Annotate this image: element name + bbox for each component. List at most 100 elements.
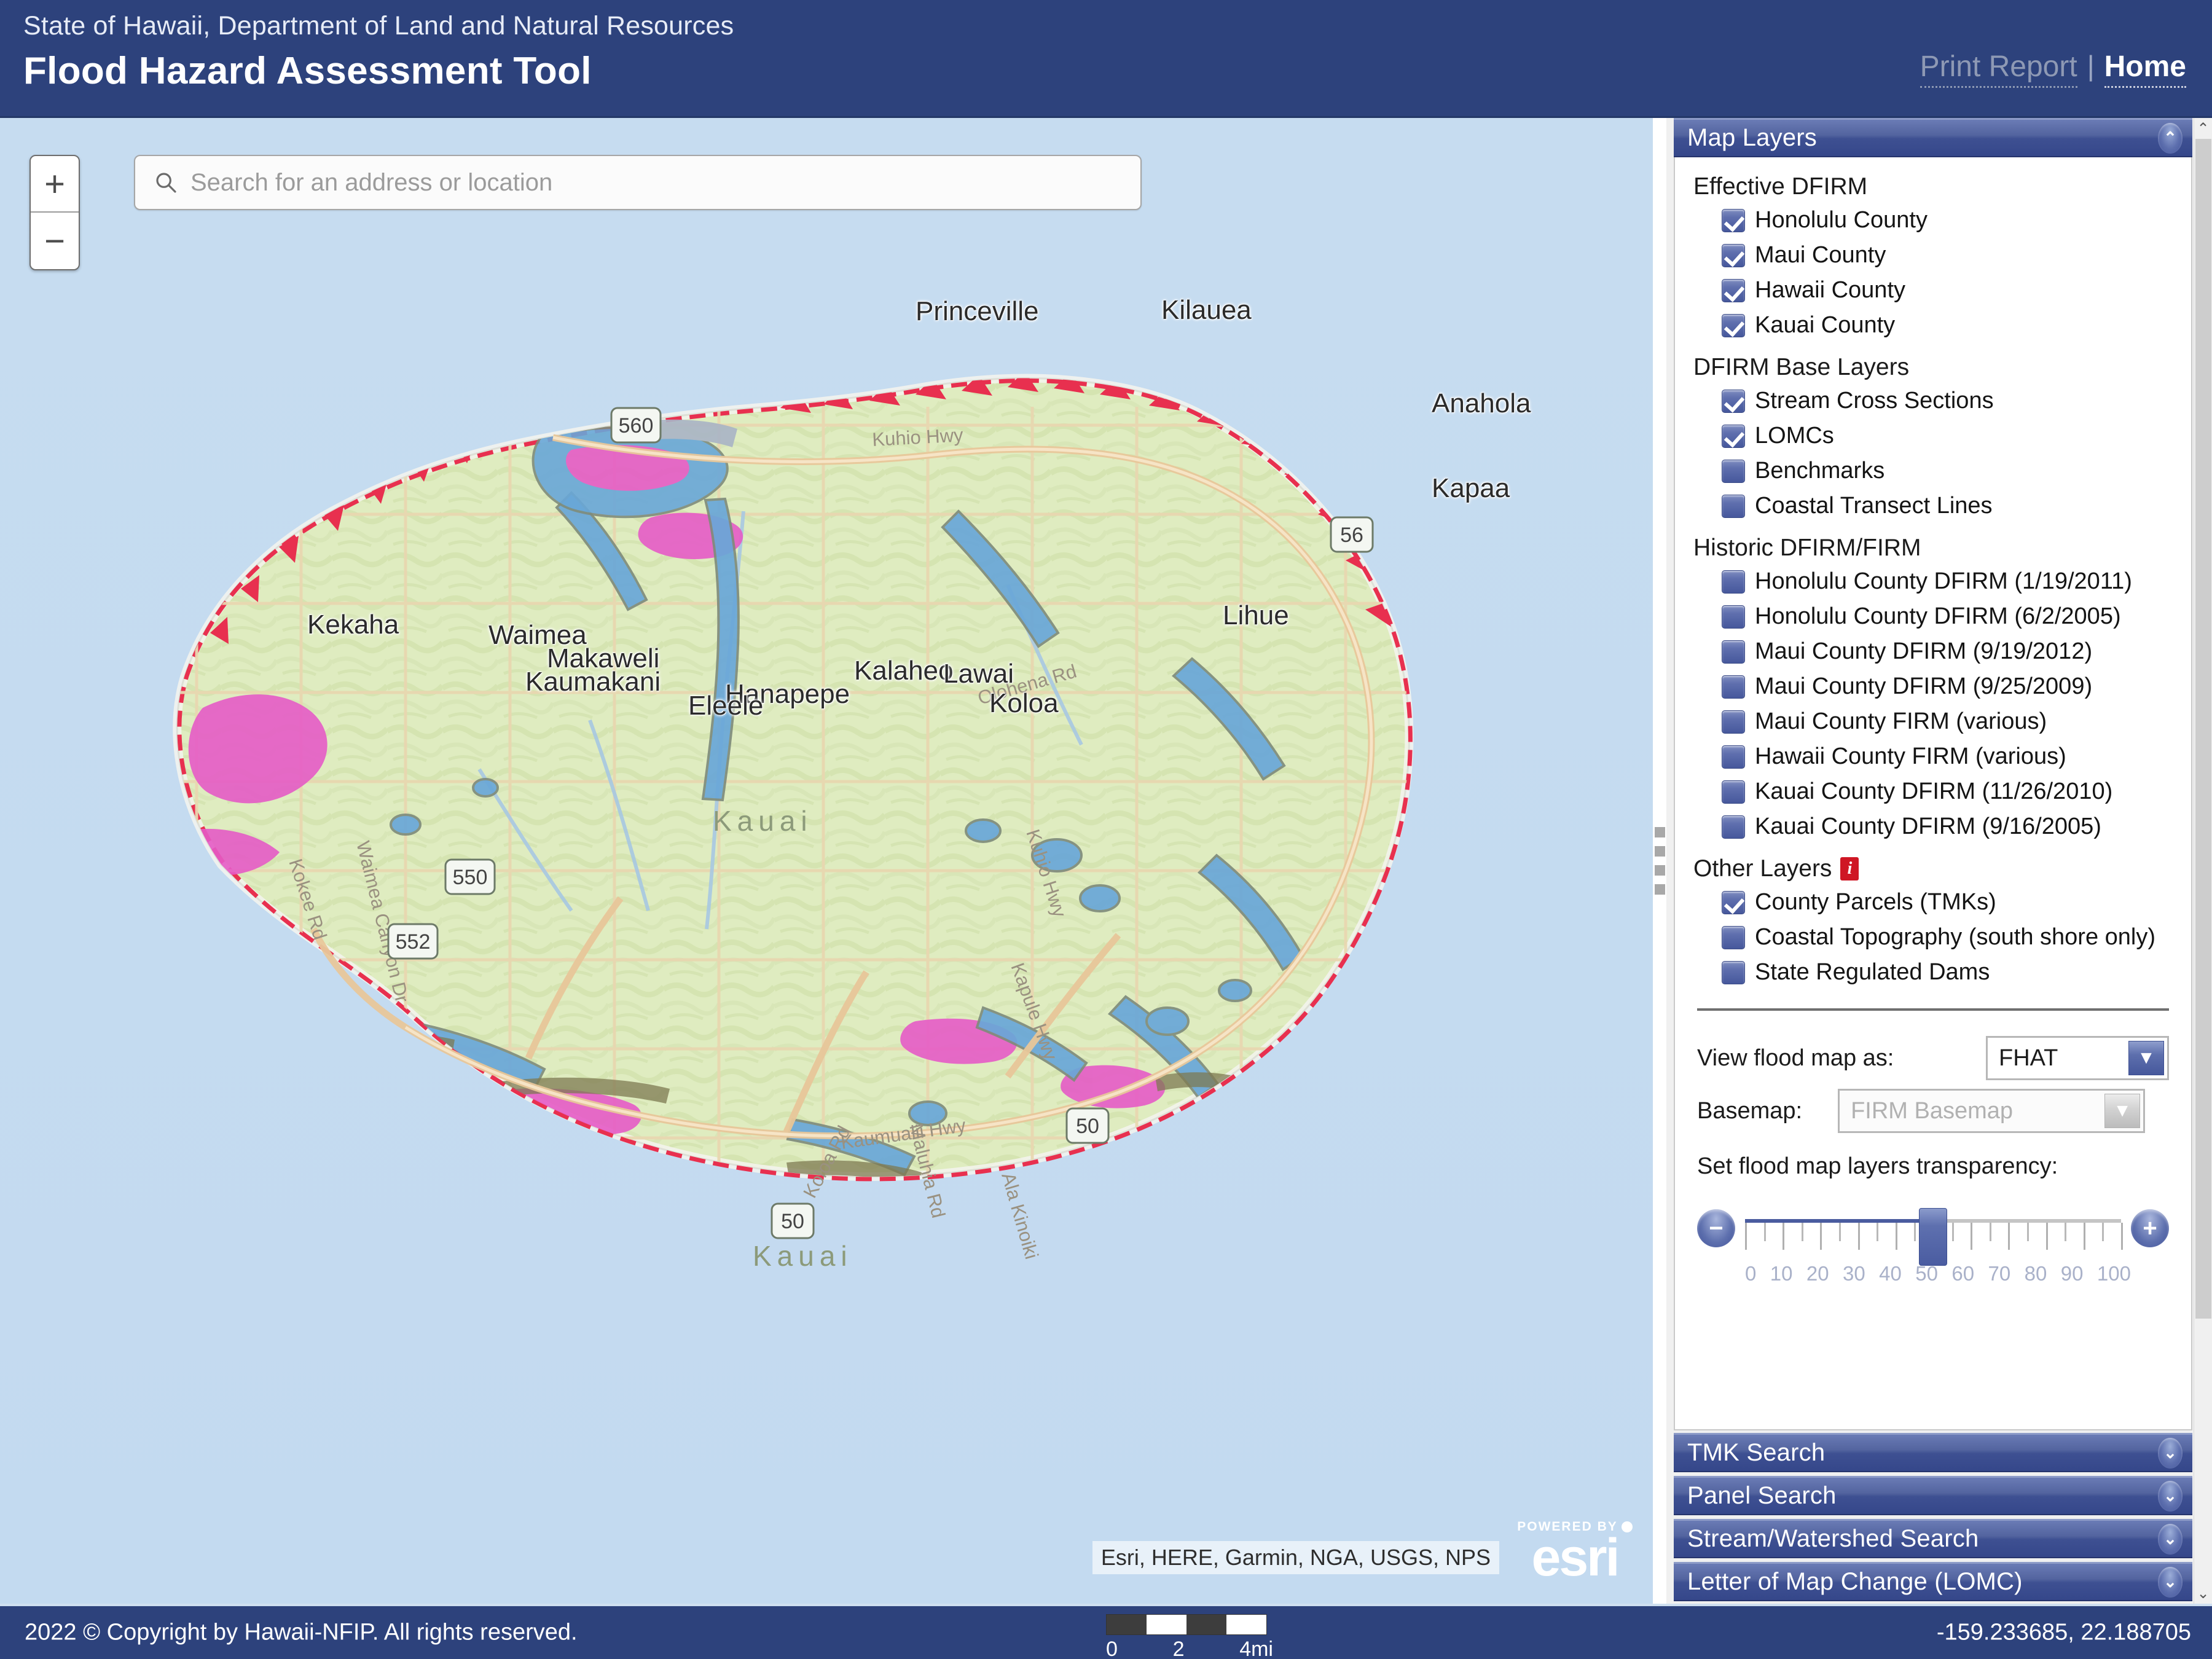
slider-tick bbox=[1951, 1223, 1954, 1241]
accordion-header[interactable]: Stream/Watershed Search ⌄ bbox=[1674, 1519, 2192, 1558]
scrollbar-thumb[interactable] bbox=[2195, 139, 2211, 1319]
slider-scale-label: 100 bbox=[2096, 1262, 2131, 1285]
slider-track[interactable] bbox=[1745, 1208, 2123, 1266]
accordion-header[interactable]: Letter of Map Change (LOMC) ⌄ bbox=[1674, 1562, 2192, 1601]
accordion-header-map-layers[interactable]: Map Layers ⌃ bbox=[1674, 118, 2192, 157]
layer-row[interactable]: Honolulu County DFIRM (6/2/2005) bbox=[1693, 599, 2173, 634]
checkbox-unchecked-icon[interactable] bbox=[1722, 925, 1745, 949]
transparency-increase-button[interactable]: + bbox=[2131, 1209, 2169, 1247]
accordion-title-map-layers: Map Layers bbox=[1687, 124, 1817, 151]
checkbox-unchecked-icon[interactable] bbox=[1722, 605, 1745, 629]
checkbox-unchecked-icon[interactable] bbox=[1722, 780, 1745, 804]
layer-row[interactable]: State Regulated Dams bbox=[1693, 955, 2173, 990]
svg-text:56: 56 bbox=[1340, 524, 1363, 547]
checkbox-checked-icon[interactable] bbox=[1722, 313, 1745, 337]
svg-text:552: 552 bbox=[396, 930, 431, 954]
chevron-up-icon[interactable]: ⌃ bbox=[2158, 122, 2183, 154]
layer-row[interactable]: Hawaii County FIRM (various) bbox=[1693, 739, 2173, 774]
accordion-title: Stream/Watershed Search bbox=[1687, 1525, 1979, 1552]
view-flood-map-select[interactable]: FHAT ▼ bbox=[1986, 1036, 2169, 1080]
print-report-link[interactable]: Print Report bbox=[1920, 52, 2077, 88]
slider-scale-label: 20 bbox=[1806, 1262, 1829, 1285]
transparency-decrease-button[interactable]: − bbox=[1697, 1209, 1735, 1247]
layer-row[interactable]: Coastal Transect Lines bbox=[1693, 488, 2173, 524]
layer-row[interactable]: Hawaii County bbox=[1693, 273, 2173, 308]
layer-row[interactable]: Maui County DFIRM (9/25/2009) bbox=[1693, 669, 2173, 704]
checkbox-unchecked-icon[interactable] bbox=[1722, 745, 1745, 769]
chevron-down-icon[interactable]: ▼ bbox=[2104, 1094, 2141, 1128]
checkbox-checked-icon[interactable] bbox=[1722, 424, 1745, 448]
checkbox-unchecked-icon[interactable] bbox=[1722, 570, 1745, 594]
chevron-down-icon[interactable]: ⌄ bbox=[2158, 1566, 2183, 1598]
checkbox-unchecked-icon[interactable] bbox=[1722, 710, 1745, 734]
view-flood-map-row: View flood map as: FHAT ▼ bbox=[1697, 1032, 2169, 1084]
slider-tick bbox=[2121, 1223, 2123, 1250]
layer-row[interactable]: Honolulu County bbox=[1693, 203, 2173, 238]
layer-row[interactable]: Honolulu County DFIRM (1/19/2011) bbox=[1693, 564, 2173, 599]
layer-row[interactable]: LOMCs bbox=[1693, 418, 2173, 453]
checkbox-checked-icon[interactable] bbox=[1722, 890, 1745, 914]
chevron-down-icon[interactable]: ▼ bbox=[2128, 1041, 2164, 1075]
checkbox-unchecked-icon[interactable] bbox=[1722, 494, 1745, 518]
chevron-down-icon[interactable]: ⌄ bbox=[2158, 1523, 2183, 1555]
svg-text:Kauai: Kauai bbox=[713, 805, 813, 837]
zoom-controls[interactable]: + − bbox=[29, 155, 80, 270]
layer-row[interactable]: Kauai County DFIRM (9/16/2005) bbox=[1693, 809, 2173, 844]
accordion-header[interactable]: TMK Search ⌄ bbox=[1674, 1433, 2192, 1472]
checkbox-unchecked-icon[interactable] bbox=[1722, 960, 1745, 984]
layer-row[interactable]: County Parcels (TMKs) bbox=[1693, 885, 2173, 920]
layer-row[interactable]: Maui County DFIRM (9/19/2012) bbox=[1693, 634, 2173, 669]
slider-scale-label: 0 bbox=[1745, 1262, 1757, 1285]
layer-group: Historic DFIRM/FIRM Honolulu County DFIRM… bbox=[1693, 535, 2173, 844]
layer-row[interactable]: Benchmarks bbox=[1693, 453, 2173, 488]
search-input[interactable] bbox=[190, 168, 1140, 197]
scale-bar-labels: 0 2 4mi bbox=[1106, 1637, 1273, 1659]
panel-scrollbar[interactable]: ⌃ ⌄ bbox=[2194, 118, 2212, 1604]
panel-resize-handle[interactable] bbox=[1653, 118, 1666, 1604]
accordion-header[interactable]: Panel Search ⌄ bbox=[1674, 1476, 2192, 1515]
transparency-slider[interactable]: − + 0 10 20 30 40 50 60 70 80 90 100 bbox=[1697, 1191, 2169, 1285]
chevron-down-icon[interactable]: ⌄ bbox=[2158, 1437, 2183, 1469]
coordinates-readout: -159.233685, 22.188705 bbox=[1936, 1619, 2191, 1645]
map-place-label: Kapaa bbox=[1432, 473, 1510, 503]
scale-bar-label: 0 bbox=[1106, 1637, 1118, 1659]
layer-groups: Effective DFIRM Honolulu County Maui Count… bbox=[1693, 173, 2173, 990]
checkbox-unchecked-icon[interactable] bbox=[1722, 675, 1745, 699]
layer-row[interactable]: Coastal Topography (south shore only) bbox=[1693, 920, 2173, 955]
checkbox-unchecked-icon[interactable] bbox=[1722, 459, 1745, 483]
slider-scale-label: 60 bbox=[1951, 1262, 1975, 1285]
map-place-label: Lawai bbox=[943, 659, 1014, 689]
layer-row[interactable]: Maui County bbox=[1693, 238, 2173, 273]
layer-group: Other Layers i County Parcels (TMKs) Coasta… bbox=[1693, 855, 2173, 990]
basemap-select[interactable]: FIRM Basemap ▼ bbox=[1838, 1089, 2146, 1133]
layer-row[interactable]: Kauai County bbox=[1693, 308, 2173, 343]
slider-tick bbox=[1857, 1223, 1860, 1250]
layer-group: DFIRM Base Layers Stream Cross Sections LO… bbox=[1693, 354, 2173, 524]
checkbox-checked-icon[interactable] bbox=[1722, 278, 1745, 302]
slider-thumb[interactable] bbox=[1919, 1208, 1947, 1266]
slider-tick bbox=[2083, 1223, 2085, 1250]
scroll-down-button[interactable]: ⌄ bbox=[2194, 1583, 2212, 1604]
layer-row[interactable]: Maui County FIRM (various) bbox=[1693, 704, 2173, 739]
layer-row[interactable]: Kauai County DFIRM (11/26/2010) bbox=[1693, 774, 2173, 809]
map-canvas[interactable]: Kuhio Hwy Kaumualii Hwy Kokee Rd Waimea … bbox=[0, 118, 1653, 1604]
map-search-box[interactable] bbox=[134, 155, 1142, 210]
checkbox-checked-icon[interactable] bbox=[1722, 389, 1745, 413]
layer-label: Hawaii County FIRM (various) bbox=[1755, 743, 2066, 769]
layer-group-title: DFIRM Base Layers bbox=[1693, 354, 2173, 381]
zoom-out-button[interactable]: − bbox=[31, 213, 79, 269]
scroll-up-button[interactable]: ⌃ bbox=[2194, 118, 2212, 139]
info-icon[interactable]: i bbox=[1840, 857, 1859, 880]
slider-tick bbox=[1877, 1223, 1879, 1241]
map-viewport[interactable]: Kuhio Hwy Kaumualii Hwy Kokee Rd Waimea … bbox=[0, 118, 1653, 1604]
zoom-in-button[interactable]: + bbox=[31, 156, 79, 213]
chevron-down-icon[interactable]: ⌄ bbox=[2158, 1480, 2183, 1512]
checkbox-checked-icon[interactable] bbox=[1722, 208, 1745, 232]
checkbox-checked-icon[interactable] bbox=[1722, 243, 1745, 267]
checkbox-unchecked-icon[interactable] bbox=[1722, 640, 1745, 664]
secondary-accordions: TMK Search ⌄ Panel Search ⌄ Stream/Watershed… bbox=[1666, 1433, 2194, 1601]
map-scale-bar: 0 2 4mi bbox=[1106, 1614, 1290, 1659]
layer-row[interactable]: Stream Cross Sections bbox=[1693, 383, 2173, 418]
home-link[interactable]: Home bbox=[2104, 52, 2186, 88]
checkbox-unchecked-icon[interactable] bbox=[1722, 815, 1745, 839]
